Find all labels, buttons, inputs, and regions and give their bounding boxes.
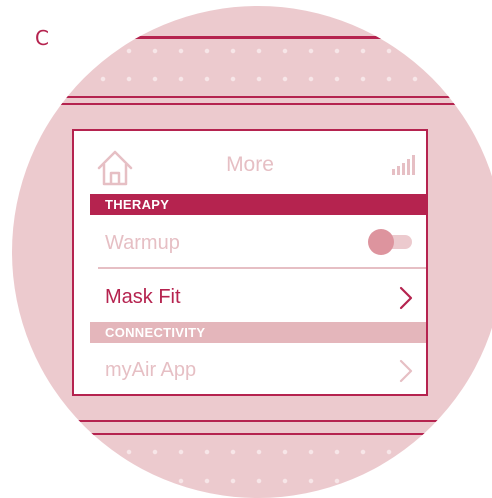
page-title: More — [226, 153, 274, 176]
menu-row-label: Mask Fit — [105, 286, 181, 308]
menu-row-warmup[interactable]: Warmup — [90, 224, 426, 264]
device-screen: More THERAPY Warmup Mask Fit CONNECTIVIT… — [72, 129, 428, 396]
menu-row-label: myAir App — [105, 359, 197, 381]
toggle-knob — [368, 229, 394, 255]
bezel-line-top-2 — [12, 103, 492, 105]
device-bezel: More THERAPY Warmup Mask Fit CONNECTIVIT… — [12, 6, 492, 498]
screen-header: More — [74, 131, 426, 203]
bezel-dots-bottom-1 — [12, 447, 492, 457]
bezel-dots-top-2 — [12, 74, 492, 84]
bezel-dots-top-1 — [12, 46, 492, 56]
row-divider — [98, 267, 426, 269]
menu-row-label: Warmup — [105, 232, 180, 254]
warmup-toggle[interactable] — [368, 229, 414, 255]
menu-row-myair-app[interactable]: myAir App — [90, 351, 426, 391]
bezel-line-top-1 — [12, 96, 492, 98]
bezel-line-bottom-1 — [12, 420, 492, 422]
section-header-therapy: THERAPY — [90, 194, 426, 215]
bezel-line-bottom-2 — [12, 433, 492, 435]
bezel-dots-bottom-2 — [12, 476, 492, 486]
section-header-connectivity: CONNECTIVITY — [90, 322, 426, 343]
chevron-right-icon — [399, 359, 413, 383]
signal-strength-icon — [392, 155, 415, 175]
chevron-right-icon — [399, 286, 413, 310]
bezel-top-band — [12, 36, 492, 39]
menu-row-mask-fit[interactable]: Mask Fit — [90, 278, 426, 318]
